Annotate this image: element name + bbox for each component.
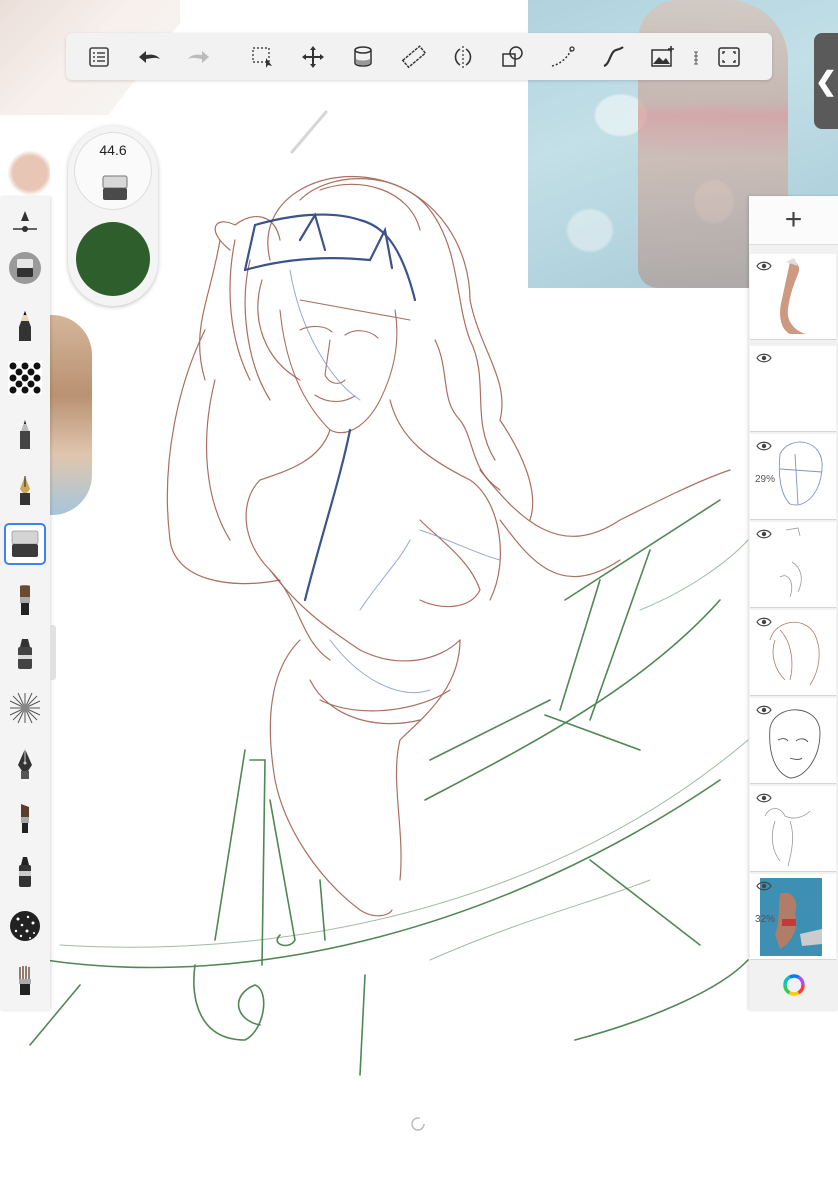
menu-button[interactable] [74,33,124,80]
layer-reference-arm[interactable] [750,254,836,340]
layers-panel: + 29% 32% [749,196,838,1010]
current-color-swatch[interactable] [76,222,150,296]
eye-icon[interactable] [756,352,772,364]
layer-pool-photo[interactable]: 32% [750,874,836,960]
ruler-button[interactable] [388,33,438,80]
pencil-brush[interactable] [4,305,46,347]
list-menu-icon [89,46,109,67]
ballpoint-pen-brush[interactable] [4,413,46,455]
layer-empty[interactable] [750,346,836,432]
paintbrush-icon [20,585,30,615]
layer-hair-sketch[interactable] [750,610,836,696]
layer-opacity-label: 29% [755,474,776,485]
layer-face-sketch[interactable] [750,522,836,608]
layer-face-detail[interactable] [750,698,836,784]
brush-settings-button[interactable] [4,203,46,245]
fullscreen-icon [718,46,740,67]
layer-head-construction[interactable]: 29% [750,434,836,520]
add-image-icon [651,45,674,67]
color-editor-button[interactable] [749,960,838,1010]
flat-brush-icon [21,804,29,833]
ink-pen-brush[interactable] [4,469,46,511]
airbrush-spray-icon [9,692,41,724]
paintbrush-brush[interactable] [4,579,46,621]
marker-icon [18,639,32,669]
undo-button[interactable] [124,33,174,80]
fountain-pen-brush[interactable] [4,743,46,785]
move-transform-icon [302,45,324,68]
bristle-brush[interactable] [4,959,46,1001]
fountain-pen-icon [18,749,32,779]
refresh-indicator-icon [411,1117,425,1131]
eraser-icon [9,252,41,284]
eye-icon[interactable] [756,704,772,716]
redo-button[interactable] [174,33,224,80]
brush-size-value: 44.6 [99,142,127,158]
eye-icon[interactable] [756,880,772,892]
layer-body-sketch[interactable] [750,786,836,872]
eye-icon[interactable] [756,440,772,452]
panel-toggle-button[interactable]: ❮ [814,33,838,129]
perspective-curve-icon [551,45,575,67]
brush-palette [0,197,50,1010]
stroke-button[interactable] [588,33,638,80]
text-icon [694,51,698,64]
brush-size-control[interactable]: 44.6 [74,132,152,210]
paint-bucket-icon [354,45,372,67]
eraser-icon [102,175,128,200]
brush-puck[interactable]: 44.6 [68,126,158,306]
dot-pattern-brush-icon [8,361,42,395]
redo-arrow-icon [188,50,209,63]
texture-brush[interactable] [4,905,46,947]
airbrush-brush[interactable] [4,687,46,729]
fullscreen-button[interactable] [704,33,754,80]
symmetry-button[interactable] [438,33,488,80]
add-image-button[interactable] [638,33,688,80]
selection-icon [252,46,272,68]
felt-marker-icon [19,857,31,887]
eye-icon[interactable] [756,260,772,272]
eraser-icon [11,530,39,557]
eye-icon[interactable] [756,528,772,540]
ruler-icon [401,44,426,68]
top-toolbar [66,33,772,80]
transform-button[interactable] [288,33,338,80]
flat-brush[interactable] [4,797,46,839]
text-button[interactable] [688,33,704,80]
texture-brush-icon [10,911,40,941]
fill-button[interactable] [338,33,388,80]
palette-resize-handle[interactable] [50,625,56,680]
eraser-brush[interactable] [4,523,46,565]
puck-eraser-button[interactable] [4,247,46,289]
color-wheel-icon [782,974,805,996]
perspective-button[interactable] [538,33,588,80]
eye-icon[interactable] [756,616,772,628]
shapes-button[interactable] [488,33,538,80]
selection-button[interactable] [238,33,288,80]
plus-icon: + [784,203,803,236]
layer-opacity-label: 32% [755,914,776,925]
ink-pen-icon [20,476,30,505]
eye-icon[interactable] [756,792,772,804]
pencil-icon [19,311,31,341]
add-layer-button[interactable]: + [749,196,838,245]
shapes-icon [502,45,523,67]
marker-brush[interactable] [4,633,46,675]
chevron-left-icon: ❮ [815,65,837,96]
felt-marker-brush[interactable] [4,851,46,893]
dot-pattern-brush[interactable] [4,357,46,399]
brush-settings-slider-icon [13,211,37,232]
predictive-stroke-icon [603,45,624,67]
bristle-brush-icon [19,966,31,995]
ballpoint-pen-icon [20,420,30,449]
undo-arrow-icon [139,50,160,63]
symmetry-icon [454,45,472,68]
